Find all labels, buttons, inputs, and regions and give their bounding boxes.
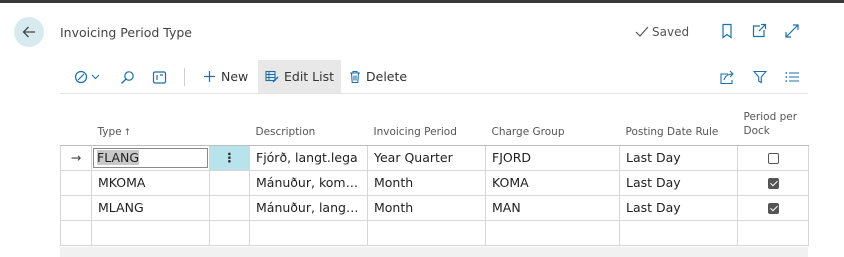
period-per-dock-cell[interactable]	[737, 219, 809, 246]
charge-group-cell[interactable]	[485, 219, 620, 246]
type-input[interactable]: FLANG	[93, 147, 208, 168]
action-bar-divider	[184, 68, 185, 86]
data-grid: Type ↑ Description Invoicing Period Charg…	[60, 108, 809, 257]
trash-icon	[350, 70, 360, 83]
analysis-mode-button[interactable]	[150, 68, 168, 86]
arrow-left-icon	[22, 26, 35, 38]
delete-button-label: Delete	[366, 69, 408, 84]
header-row-menu	[209, 108, 250, 146]
edit-list-button[interactable]: Edit List	[258, 60, 342, 93]
share-icon	[720, 70, 734, 84]
table-view-icon	[152, 70, 166, 84]
period-per-dock-cell	[737, 169, 809, 196]
invoicing-period-cell[interactable]: Month	[367, 194, 486, 221]
type-cell[interactable]	[91, 219, 210, 246]
table-row[interactable]: → FLANG ⋮ Fjórð, langt.lega Year Quarter…	[60, 145, 809, 171]
chevron-down-icon	[91, 74, 99, 80]
column-header-invoicing-period[interactable]: Invoicing Period	[367, 108, 486, 146]
period-per-dock-line1: Period per	[743, 110, 798, 123]
table-row[interactable]: MKOMA Mánuður, komub... Month KOMA Last …	[60, 169, 809, 196]
bookmark-button[interactable]	[718, 22, 736, 40]
posting-date-rule-cell[interactable]: Last Day	[619, 145, 738, 171]
open-new-window-button[interactable]	[750, 22, 768, 40]
action-bar: New Edit List Delete	[60, 60, 808, 94]
list-view-button[interactable]	[783, 68, 801, 86]
invoicing-period-cell[interactable]: Year Quarter	[367, 145, 486, 171]
list-icon	[785, 72, 799, 82]
description-cell[interactable]: Mánuður, langt.le...	[249, 194, 368, 221]
invoicing-period-cell[interactable]: Month	[367, 169, 486, 196]
new-button[interactable]: New	[196, 60, 255, 93]
charge-group-cell[interactable]: KOMA	[485, 169, 620, 196]
row-indicator	[60, 169, 92, 196]
filter-icon	[753, 70, 767, 84]
posting-date-rule-cell[interactable]: Last Day	[619, 169, 738, 196]
row-indicator	[60, 194, 92, 221]
column-header-description[interactable]: Description	[249, 108, 368, 146]
row-menu-cell	[209, 219, 250, 246]
table-row[interactable]: MLANG Mánuður, langt.le... Month MAN Las…	[60, 194, 809, 221]
search-icon	[120, 70, 134, 84]
row-menu-cell	[209, 194, 250, 221]
share-button[interactable]	[718, 68, 736, 86]
column-header-charge-group[interactable]: Charge Group	[485, 108, 620, 146]
window-top-border	[0, 0, 844, 3]
column-header-type[interactable]: Type ↑	[91, 108, 210, 146]
saved-status: Saved	[635, 25, 689, 39]
period-per-dock-checkbox[interactable]	[767, 178, 779, 189]
delete-button[interactable]: Delete	[342, 60, 414, 93]
row-indicator	[60, 219, 92, 246]
column-header-posting-date-rule[interactable]: Posting Date Rule	[619, 108, 738, 146]
page-title: Invoicing Period Type	[60, 25, 192, 40]
charge-group-cell[interactable]: MAN	[485, 194, 620, 221]
header-row-indicator	[60, 108, 92, 146]
period-per-dock-checkbox[interactable]	[767, 153, 779, 164]
open-in-new-window-icon	[752, 23, 767, 38]
description-cell[interactable]	[249, 219, 368, 246]
period-per-dock-cell	[737, 194, 809, 221]
edit-list-button-label: Edit List	[284, 69, 335, 84]
new-button-label: New	[221, 69, 249, 84]
period-per-dock-cell	[737, 145, 809, 171]
empty-new-row[interactable]	[60, 219, 809, 246]
description-cell[interactable]: Fjórð, langt.lega	[249, 145, 368, 171]
filter-button[interactable]	[751, 68, 769, 86]
posting-date-rule-cell[interactable]	[619, 219, 738, 246]
records-table: Type ↑ Description Invoicing Period Charg…	[60, 108, 809, 246]
description-cell[interactable]: Mánuður, komub...	[249, 169, 368, 196]
row-menu-cell	[209, 169, 250, 196]
edit-list-icon	[265, 70, 279, 83]
checkmark-icon	[635, 26, 649, 37]
row-menu-button[interactable]: ⋮	[209, 145, 250, 171]
filter-pane-dropdown[interactable]	[70, 68, 102, 86]
invoicing-period-cell[interactable]	[367, 219, 486, 246]
period-per-dock-checkbox[interactable]	[767, 203, 779, 214]
type-cell-editor[interactable]: FLANG	[91, 145, 210, 171]
bookmark-icon	[722, 23, 732, 39]
table-header-row: Type ↑ Description Invoicing Period Charg…	[60, 108, 809, 146]
plus-icon	[204, 71, 215, 82]
grid-footer	[60, 247, 808, 257]
sort-ascending-icon: ↑	[123, 127, 132, 138]
expand-icon	[785, 24, 799, 38]
type-cell[interactable]: MKOMA	[91, 169, 210, 196]
back-button[interactable]	[14, 17, 44, 47]
current-row-arrow-icon: →	[60, 145, 92, 171]
saved-label: Saved	[652, 25, 690, 39]
period-per-dock-line2: Dock	[743, 124, 770, 137]
type-input-value: FLANG	[97, 149, 140, 165]
charge-group-cell[interactable]: FJORD	[485, 145, 620, 171]
posting-date-rule-cell[interactable]: Last Day	[619, 194, 738, 221]
column-header-period-per-dock[interactable]: Period per Dock	[737, 108, 809, 146]
search-button[interactable]	[118, 68, 136, 86]
copilot-icon	[74, 70, 87, 84]
type-cell[interactable]: MLANG	[91, 194, 210, 221]
expand-button[interactable]	[783, 22, 801, 40]
